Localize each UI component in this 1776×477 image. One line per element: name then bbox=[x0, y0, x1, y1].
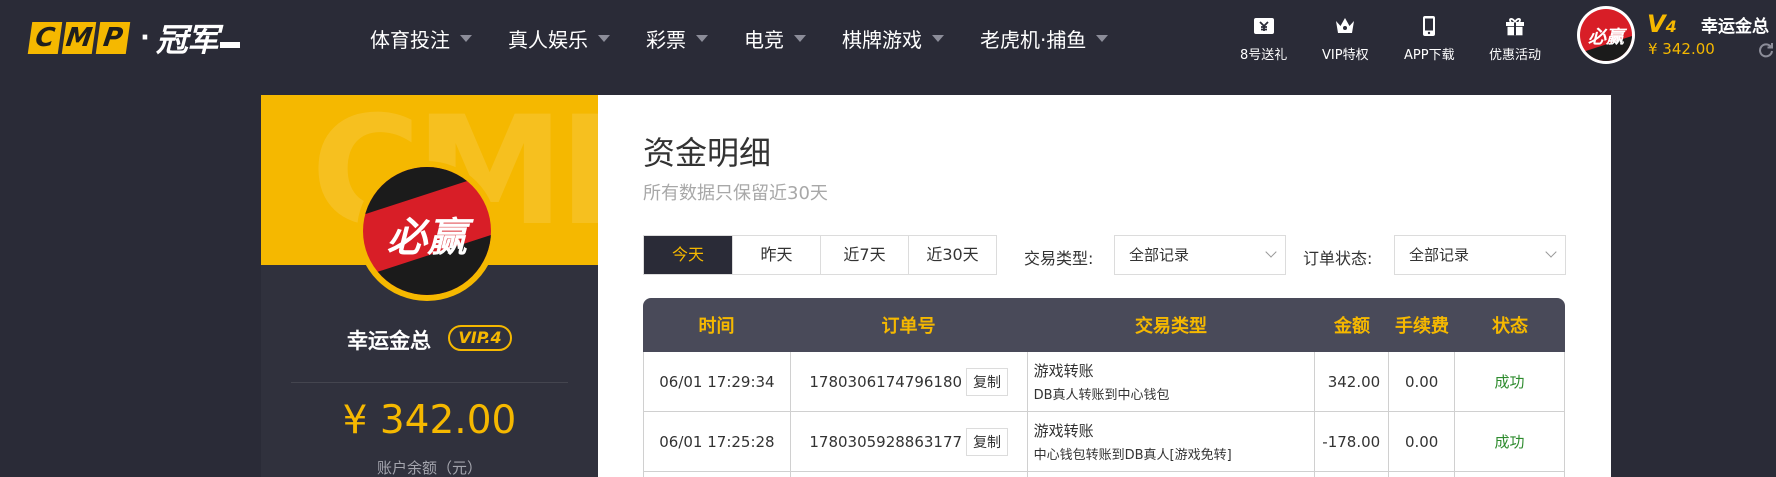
header-avatar[interactable]: 必赢 bbox=[1577, 6, 1635, 64]
chevron-down-icon bbox=[598, 34, 610, 42]
cell-order-no: 1780306174796180 复制 bbox=[791, 352, 1028, 411]
ticket-icon bbox=[1253, 18, 1274, 34]
copy-button[interactable]: 复制 bbox=[966, 427, 1009, 456]
header-vip-level: V4 bbox=[1647, 10, 1677, 38]
table-row bbox=[643, 472, 1565, 477]
account-balance-label: 账户余额（元） bbox=[376, 459, 482, 477]
table-row: 06/01 17:29:34 1780306174796180 复制 游戏转账 … bbox=[643, 352, 1565, 412]
page-subtitle: 所有数据只保留近30天 bbox=[643, 183, 828, 204]
cell-order-no: 1780305928863177 复制 bbox=[791, 412, 1028, 471]
column-header-type: 交易类型 bbox=[1135, 316, 1207, 337]
column-header-time: 时间 bbox=[698, 316, 735, 337]
main-nav: 体育投注 真人娱乐 彩票 电竞 棋牌游戏 老虎机·捕鱼 bbox=[370, 0, 1144, 76]
nav-item-slots-fishing[interactable]: 老虎机·捕鱼 bbox=[980, 24, 1109, 53]
top-header: C M P · 冠军 体育投注 真人娱乐 彩票 电竞 棋牌游戏 老虎机·捕鱼 8… bbox=[0, 0, 1776, 80]
tab-today[interactable]: 今天 bbox=[644, 236, 732, 274]
cell-type: 游戏转账 中心钱包转账到DB真人[游戏免转] bbox=[1028, 412, 1316, 471]
cell-amount: 342.00 bbox=[1315, 352, 1390, 411]
table-row: 06/01 17:25:28 1780305928863177 复制 游戏转账 … bbox=[643, 412, 1565, 472]
crown-icon bbox=[1336, 18, 1355, 33]
chevron-down-icon bbox=[1096, 34, 1109, 42]
page-title: 资金明细 bbox=[643, 134, 772, 172]
header-username[interactable]: 幸运金总 bbox=[1701, 12, 1769, 37]
chevron-down-icon bbox=[696, 34, 708, 42]
order-status-label: 订单状态: bbox=[1303, 249, 1373, 268]
profile-username: 幸运金总 bbox=[347, 329, 431, 353]
date-range-tabs: 今天 昨天 近7天 近30天 bbox=[643, 235, 997, 275]
quick-link-promotions[interactable]: 优惠活动 bbox=[1489, 14, 1541, 63]
cell-status: 成功 bbox=[1455, 352, 1565, 411]
nav-item-card-games[interactable]: 棋牌游戏 bbox=[842, 24, 944, 53]
chevron-down-icon bbox=[460, 34, 472, 42]
cell-time: 06/01 17:25:28 bbox=[644, 412, 791, 471]
gift-icon bbox=[1506, 18, 1524, 36]
cell-time: 06/01 17:29:34 bbox=[644, 352, 791, 411]
order-status-select[interactable]: 全部记录 bbox=[1394, 235, 1566, 275]
cell-fee: 0.00 bbox=[1389, 412, 1456, 471]
cell-amount: -178.00 bbox=[1315, 412, 1390, 471]
chevron-down-icon bbox=[1265, 246, 1277, 258]
tab-last-30-days[interactable]: 近30天 bbox=[908, 236, 996, 274]
table-header: 时间 订单号 交易类型 金额 手续费 状态 bbox=[643, 298, 1565, 352]
chevron-down-icon bbox=[794, 34, 806, 42]
column-header-amount: 金额 bbox=[1334, 316, 1370, 337]
account-balance: ¥ 342.00 bbox=[342, 398, 517, 443]
vip-badge: VIP.4 bbox=[448, 325, 512, 351]
profile-avatar[interactable]: 必赢 bbox=[357, 161, 497, 301]
tab-yesterday[interactable]: 昨天 bbox=[732, 236, 820, 274]
refresh-icon[interactable] bbox=[1758, 42, 1774, 58]
tab-last-7-days[interactable]: 近7天 bbox=[820, 236, 908, 274]
transaction-type-label: 交易类型: bbox=[1024, 249, 1094, 268]
copy-button[interactable]: 复制 bbox=[966, 367, 1009, 396]
profile-panel: CMP 必赢 幸运金总 VIP.4 ¥ 342.00 账户余额（元） bbox=[261, 95, 598, 477]
phone-icon bbox=[1423, 16, 1436, 36]
nav-item-sports[interactable]: 体育投注 bbox=[370, 24, 472, 53]
fund-details-panel: 资金明细 所有数据只保留近30天 今天 昨天 近7天 近30天 交易类型: 全部… bbox=[598, 95, 1611, 477]
nav-item-esports[interactable]: 电竞 bbox=[744, 24, 806, 53]
quick-link-vip[interactable]: VIP特权 bbox=[1322, 14, 1369, 63]
column-header-fee: 手续费 bbox=[1395, 316, 1449, 337]
site-logo[interactable]: C M P · 冠军 bbox=[27, 20, 240, 59]
nav-item-lottery[interactable]: 彩票 bbox=[646, 24, 708, 53]
chevron-down-icon bbox=[932, 34, 944, 42]
quick-link-app[interactable]: APP下载 bbox=[1404, 14, 1455, 63]
header-balance: ¥ 342.00 bbox=[1648, 40, 1715, 58]
cell-type: 游戏转账 DB真人转账到中心钱包 bbox=[1028, 352, 1316, 411]
cell-fee: 0.00 bbox=[1389, 352, 1456, 411]
transactions-table: 时间 订单号 交易类型 金额 手续费 状态 06/01 17:29:34 178… bbox=[643, 298, 1565, 477]
nav-item-live-casino[interactable]: 真人娱乐 bbox=[508, 24, 610, 53]
transaction-type-select[interactable]: 全部记录 bbox=[1114, 235, 1286, 275]
divider bbox=[291, 382, 568, 383]
column-header-status: 状态 bbox=[1492, 316, 1528, 337]
column-header-order-no: 订单号 bbox=[881, 316, 936, 337]
quick-link-gift-8[interactable]: 8号送礼 bbox=[1240, 14, 1287, 63]
chevron-down-icon bbox=[1545, 246, 1557, 258]
cell-status: 成功 bbox=[1455, 412, 1565, 471]
